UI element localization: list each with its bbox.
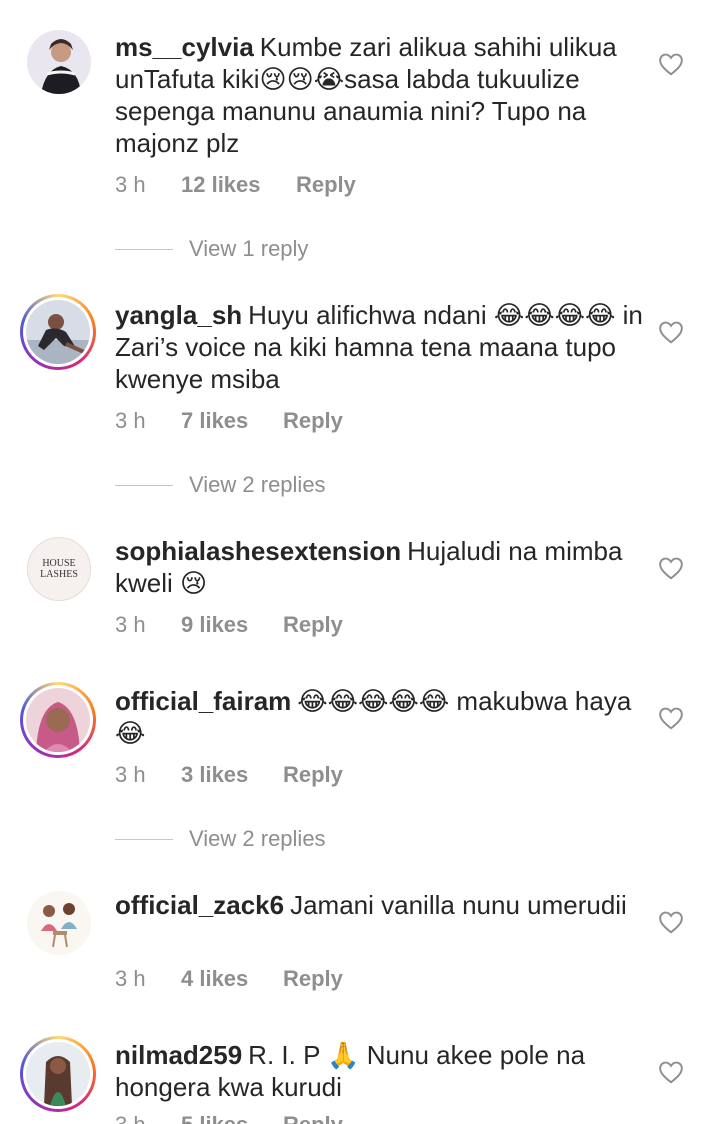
comment-username[interactable]: yangla_sh (115, 300, 242, 330)
comment-time: 3 h (115, 408, 146, 433)
comment-body: sophialashesextension Hujaludi na mimba k… (115, 535, 645, 599)
comment-time: 3 h (115, 172, 146, 197)
comment-likes[interactable]: 7 likes (181, 408, 283, 434)
divider-line (115, 838, 173, 840)
avatar[interactable] (27, 891, 91, 955)
like-heart-icon[interactable] (658, 910, 684, 934)
reply-button[interactable]: Reply (283, 408, 343, 434)
comment-time: 3 h (115, 966, 146, 991)
view-replies-button[interactable]: View 2 replies (115, 826, 326, 852)
avatar-image (26, 300, 90, 364)
comment-likes[interactable]: 12 likes (181, 172, 296, 198)
comment-username[interactable]: ms__cylvia (115, 32, 254, 62)
comment-likes[interactable]: 3 likes (181, 762, 283, 788)
divider-line (115, 484, 173, 486)
comment-meta: 3 h 3 likes Reply (115, 762, 343, 788)
avatar-logo-text: HOUSE LASHES (40, 558, 78, 580)
like-heart-icon[interactable] (658, 320, 684, 344)
comment-username[interactable]: official_zack6 (115, 890, 284, 920)
avatar-ring (23, 1039, 93, 1109)
avatar[interactable] (27, 30, 91, 94)
reply-button[interactable]: Reply (283, 612, 343, 638)
avatar-image: HOUSE LASHES (27, 537, 91, 601)
comment-username[interactable]: nilmad259 (115, 1040, 242, 1070)
comment-body: ms__cylvia Kumbe zari alikua sahihi uliku… (115, 31, 645, 159)
avatar[interactable] (20, 294, 96, 370)
view-replies-label: View 1 reply (189, 236, 309, 261)
view-replies-label: View 2 replies (189, 826, 326, 851)
avatar[interactable] (20, 682, 96, 758)
reply-button[interactable]: Reply (283, 966, 343, 992)
view-replies-label: View 2 replies (189, 472, 326, 497)
comment-meta: 3 h 4 likes Reply (115, 966, 343, 992)
like-heart-icon[interactable] (658, 556, 684, 580)
comment-likes[interactable]: 9 likes (181, 612, 283, 638)
avatar-ring (23, 297, 93, 367)
reply-button[interactable]: Reply (296, 172, 356, 198)
reply-button[interactable]: Reply (283, 1112, 343, 1124)
comment-body: official_fairam 😂😂😂😂😂 makubwa haya😂 (115, 685, 645, 749)
comment-body: official_zack6 Jamani vanilla nunu umerud… (115, 889, 645, 921)
comment-text: Jamani vanilla nunu umerudii (290, 890, 627, 920)
avatar-image (26, 1042, 90, 1106)
comment-meta: 3 h 9 likes Reply (115, 612, 343, 638)
comment-username[interactable]: official_fairam (115, 686, 291, 716)
comment-meta: 3 h 5 likes Reply (115, 1112, 343, 1124)
comment-body: nilmad259 R. I. P 🙏 Nunu akee pole na hon… (115, 1039, 645, 1103)
avatar[interactable] (20, 1036, 96, 1112)
avatar-image (26, 688, 90, 752)
view-replies-button[interactable]: View 1 reply (115, 236, 308, 262)
comment-body: yangla_sh Huyu alifichwa ndani 😂😂😂😂 in Za… (115, 299, 645, 395)
divider-line (115, 248, 173, 250)
avatar-ring (23, 685, 93, 755)
comment-likes[interactable]: 4 likes (181, 966, 283, 992)
comment-time: 3 h (115, 612, 146, 637)
reply-button[interactable]: Reply (283, 762, 343, 788)
view-replies-button[interactable]: View 2 replies (115, 472, 326, 498)
comment-likes[interactable]: 5 likes (181, 1112, 283, 1124)
avatar[interactable]: HOUSE LASHES (27, 537, 91, 601)
avatar-image (27, 891, 91, 955)
comment-username[interactable]: sophialashesextension (115, 536, 401, 566)
like-heart-icon[interactable] (658, 706, 684, 730)
comment-time: 3 h (115, 1112, 181, 1124)
like-heart-icon[interactable] (658, 1060, 684, 1084)
comment-meta: 3 h 12 likes Reply (115, 172, 356, 198)
comment-meta: 3 h 7 likes Reply (115, 408, 343, 434)
avatar-image (27, 30, 91, 94)
like-heart-icon[interactable] (658, 52, 684, 76)
comment-time: 3 h (115, 762, 146, 787)
